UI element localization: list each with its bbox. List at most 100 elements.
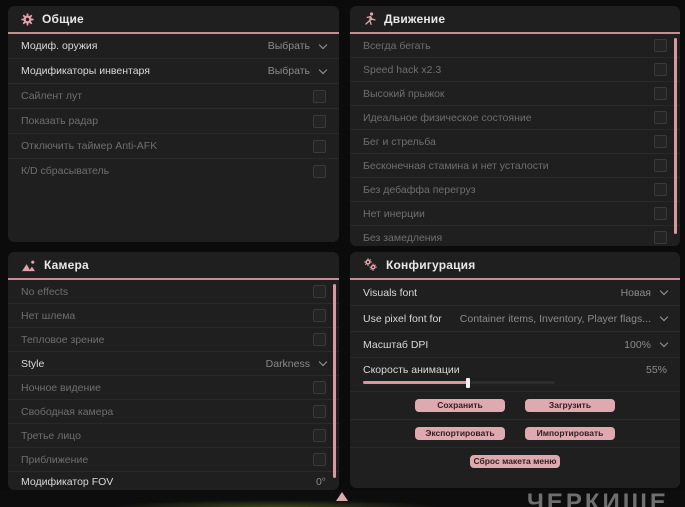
image-icon (22, 260, 35, 271)
location-watermark: ЧЕРКИШЕ (527, 489, 669, 507)
panel-general: Общие Модиф. оружия Выбрать Модификаторы и… (8, 6, 339, 242)
config-button[interactable]: Сброс макета меню (470, 455, 560, 468)
chevron-down-icon (318, 65, 328, 74)
panel-camera-rows: No effects Нет шлема Тепловое зрение Style D… (8, 280, 339, 490)
checkbox[interactable] (654, 183, 667, 196)
checkbox[interactable] (654, 135, 667, 148)
panel-title: Движение (384, 12, 446, 26)
cheat-menu-overlay: ЧЕРКИШЕ Общие Модиф. оружия Выбрать Моди… (0, 0, 685, 507)
dropdown[interactable]: Container items, Inventory, Player flags… (459, 312, 669, 325)
checkbox[interactable] (313, 381, 326, 394)
row-label: Модификаторы инвентаря (21, 65, 150, 77)
movement-row[interactable]: Без замедления (350, 225, 680, 246)
checkbox[interactable] (654, 159, 667, 172)
row-label: Нет шлема (21, 309, 76, 322)
config-button[interactable]: Экспортировать (415, 427, 505, 440)
movement-row[interactable]: Без дебаффа перегруз (350, 177, 680, 201)
dropdown-value: Новая (620, 286, 651, 299)
row-label: No effects (21, 285, 69, 298)
config-row: Скорость анимации 55% (350, 357, 680, 390)
camera-row[interactable]: Третье лицо (8, 423, 339, 447)
config-button[interactable]: Импортировать (525, 427, 615, 440)
config-buttons: Сохранить Загрузить Экспортировать Импортир… (350, 391, 680, 475)
checkbox[interactable] (654, 63, 667, 76)
row-label: Идеальное физическое состояние (363, 111, 532, 124)
panel-title: Камера (44, 258, 89, 272)
row-label: Третье лицо (21, 429, 81, 442)
game-terrain (40, 496, 510, 507)
movement-row[interactable]: Бесконечная стамина и нет усталости (350, 153, 680, 177)
camera-row[interactable]: Тепловое зрение (8, 327, 339, 351)
panel-movement: Движение Всегда бегать Speed hack x2.3 Выс… (350, 6, 680, 246)
movement-row[interactable]: Идеальное физическое состояние (350, 105, 680, 129)
checkbox[interactable] (313, 405, 326, 418)
checkbox[interactable] (654, 231, 667, 244)
movement-row[interactable]: Speed hack x2.3 (350, 57, 680, 81)
camera-row[interactable]: Ночное видение (8, 375, 339, 399)
general-row: Модификаторы инвентаря Выбрать (8, 58, 339, 83)
general-row[interactable]: Сайлент лут (8, 83, 339, 108)
config-row: Use pixel font for Container items, Inven… (350, 305, 680, 331)
panel-camera-header: Камера (8, 252, 339, 280)
checkbox[interactable] (313, 114, 326, 128)
row-label: Speed hack x2.3 (363, 63, 442, 76)
checkbox[interactable] (313, 164, 326, 178)
checkbox[interactable] (313, 429, 326, 442)
row-label: Без замедления (363, 231, 443, 244)
checkbox[interactable] (313, 139, 326, 153)
config-row: Visuals font Новая (350, 280, 680, 305)
row-label: Высокий прыжок (363, 87, 445, 100)
checkbox[interactable] (654, 87, 667, 100)
checkbox[interactable] (654, 39, 667, 52)
checkbox[interactable] (654, 111, 667, 124)
chevron-down-icon (318, 357, 328, 367)
movement-row[interactable]: Бег и стрельба (350, 129, 680, 153)
camera-row[interactable]: Свободная камера (8, 399, 339, 423)
checkbox[interactable] (313, 333, 326, 346)
dropdown-value: Выбрать (267, 40, 310, 52)
dropdown[interactable]: Новая (620, 286, 669, 299)
dropdown[interactable]: 100% (624, 339, 669, 351)
dropdown[interactable]: Выбрать (267, 65, 328, 77)
checkbox[interactable] (313, 285, 326, 298)
general-row[interactable]: Отключить таймер Anti-AFK (8, 133, 339, 158)
general-row[interactable]: Показать радар (8, 108, 339, 133)
row-label: Без дебаффа перегруз (363, 183, 476, 196)
runner-icon (365, 12, 376, 25)
camera-row: Style Darkness (8, 351, 339, 375)
panel-config: Конфигурация Visuals font Новая Use pixel … (350, 252, 680, 488)
panel-title: Общие (42, 12, 84, 26)
scrollbar[interactable] (333, 284, 336, 478)
scrollbar[interactable] (674, 38, 677, 234)
dropdown[interactable]: Darkness (266, 357, 328, 370)
panel-camera: Камера No effects Нет шлема Тепловое зрени… (8, 252, 339, 490)
checkbox[interactable] (313, 453, 326, 466)
map-marker-icon (336, 492, 348, 501)
camera-row: Модификатор FOV 0° (8, 471, 339, 490)
config-button[interactable]: Сохранить (415, 399, 505, 412)
gear-icon (21, 12, 34, 26)
slider[interactable] (363, 377, 555, 388)
movement-row[interactable]: Всегда бегать (350, 34, 680, 57)
dropdown[interactable]: Выбрать (267, 40, 328, 52)
checkbox[interactable] (313, 309, 326, 322)
row-label: Тепловое зрение (21, 333, 105, 346)
row-label: Visuals font (363, 286, 418, 299)
movement-row[interactable]: Высокий прыжок (350, 81, 680, 105)
config-button[interactable]: Загрузить (525, 399, 615, 412)
camera-row[interactable]: Приближение (8, 447, 339, 471)
row-label: Сайлент лут (21, 90, 83, 102)
dropdown-value: Выбрать (267, 65, 310, 77)
row-label: Приближение (21, 453, 89, 466)
camera-row[interactable]: No effects (8, 280, 339, 303)
camera-row[interactable]: Нет шлема (8, 303, 339, 327)
general-row[interactable]: К/D сбрасыватель (8, 158, 339, 183)
row-label: Use pixel font for (363, 312, 442, 325)
slider-value: 55% (645, 364, 667, 376)
movement-row[interactable]: Нет инерции (350, 201, 680, 225)
checkbox[interactable] (654, 207, 667, 220)
panel-title: Конфигурация (386, 258, 476, 272)
checkbox[interactable] (313, 89, 326, 103)
slider-value: 0° (315, 476, 326, 488)
dropdown-value: Container items, Inventory, Player flags… (459, 312, 651, 325)
